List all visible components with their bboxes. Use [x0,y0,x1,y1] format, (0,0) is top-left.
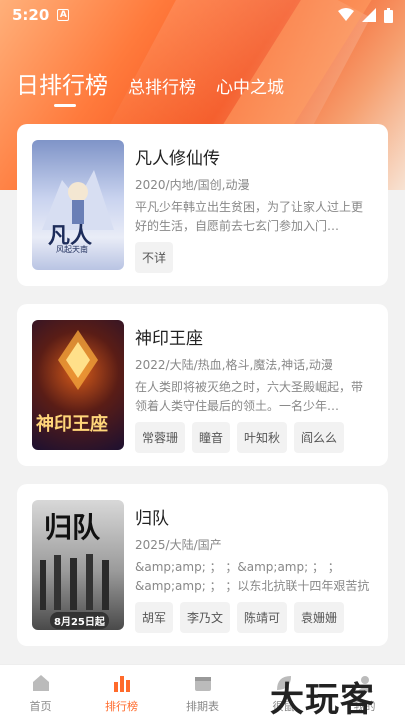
card-description: 在人类即将被灭绝之时，六大圣殿崛起，带领着人类守住最后的领土。一名少年… [135,380,364,413]
tab-heart-city[interactable]: 心中之城 [216,73,284,98]
tab-total-ranking[interactable]: 总排行榜 [128,73,196,98]
status-bar: 5:20 A [0,0,405,30]
card-meta: 2025/大陆/国产 [135,538,222,552]
cast-chip[interactable]: 阎么么 [294,422,345,453]
cast-chip[interactable]: 李乃文 [180,602,231,633]
card-title: 凡人修仙传 [135,149,220,169]
calendar-icon [194,676,211,691]
nav-schedule[interactable]: 排期表 [162,665,243,720]
nav-label: 排行榜 [105,699,138,713]
nav-label: 排期表 [186,699,219,713]
card-description: 平凡少年韩立出生贫困，为了让家人过上更好的生活，自愿前去七玄门参加入门… [135,200,364,233]
signal-icon [362,8,376,22]
chart-icon [113,675,130,692]
nav-ranking[interactable]: 排行榜 [81,665,162,720]
tab-bar: 日排行榜 总排行榜 心中之城 [16,66,284,107]
battery-icon [384,7,393,23]
tab-daily-ranking[interactable]: 日排行榜 [16,66,108,107]
cast-chip[interactable]: 袁姗姗 [294,602,345,633]
card-meta: 2020/内地/国创,动漫 [135,178,250,192]
poster-image: 归队 8月25日起 [32,500,124,630]
card-description: &amp;amp; ； ；&amp;amp; ； ；&amp;amp; ； ；以… [135,560,370,593]
cast-chip[interactable]: 不详 [135,242,174,273]
poster-subtitle-text: 8月25日起 [50,612,109,629]
card-title: 神印王座 [135,329,203,349]
notification-icon: A [57,9,70,21]
poster-image: 凡人 风起天南 [32,140,124,270]
cast-chips: 常蓉珊 瞳音 叶知秋 阎么么 [135,422,345,453]
cast-chip[interactable]: 叶知秋 [237,422,288,453]
ranking-card[interactable]: 凡人 风起天南 凡人修仙传 2020/内地/国创,动漫 平凡少年韩立出生贫困，为… [17,124,388,286]
watermark-text: 大玩客 [270,680,375,720]
status-time: 5:20 [12,6,50,24]
nav-label: 首页 [29,699,52,713]
ranking-card[interactable]: 神印王座 神印王座 2022/大陆/热血,格斗,魔法,神话,动漫 在人类即将被灭… [17,304,388,466]
cast-chip[interactable]: 陈靖可 [237,602,288,633]
cast-chips: 胡军 李乃文 陈靖可 袁姗姗 [135,602,345,633]
cast-chip[interactable]: 胡军 [135,602,174,633]
poster-image: 神印王座 [32,320,124,450]
cast-chip[interactable]: 常蓉珊 [135,422,186,453]
cast-chip[interactable]: 瞳音 [192,422,231,453]
card-meta: 2022/大陆/热血,格斗,魔法,神话,动漫 [135,358,333,372]
poster-title-text: 归队 [44,511,101,544]
home-icon [32,674,49,691]
ranking-card[interactable]: 归队 8月25日起 归队 2025/大陆/国产 &amp;amp; ； ；&am… [17,484,388,646]
wifi-icon [338,8,354,21]
card-title: 归队 [135,509,169,529]
poster-subtitle-text: 风起天南 [56,245,88,254]
cast-chips: 不详 [135,242,174,273]
nav-home[interactable]: 首页 [0,665,81,720]
poster-title-text: 神印王座 [36,414,108,435]
